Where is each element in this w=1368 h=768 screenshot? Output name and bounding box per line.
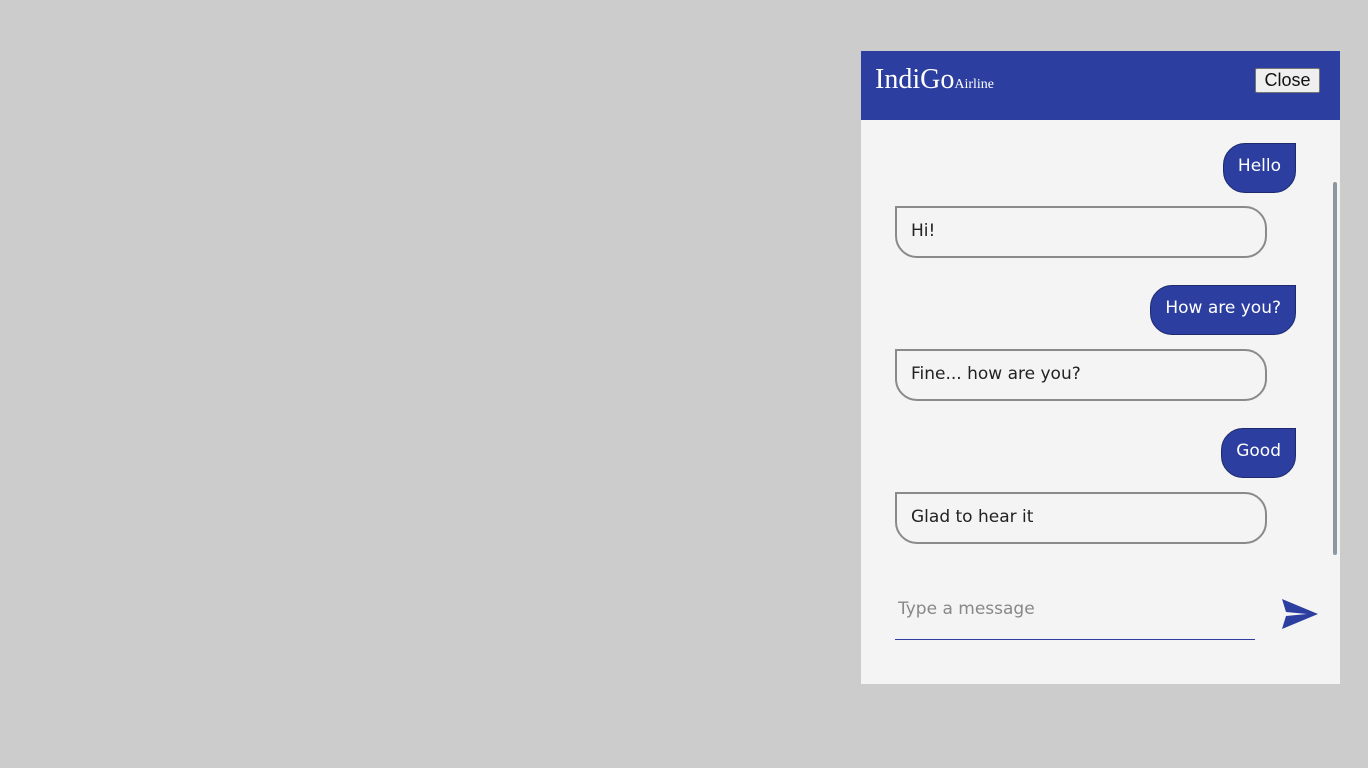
close-button[interactable]: Close [1255,68,1320,93]
brand-subtitle: Airline [954,77,994,92]
received-message: Fine... how are you? [895,349,1267,401]
chat-header: IndiGoAirline Close [861,51,1340,120]
send-icon [1282,599,1318,629]
brand-name: IndiGo [875,64,955,95]
composer [895,579,1255,640]
sent-message: Good [1221,428,1296,478]
sent-message: Hello [1222,143,1296,193]
message-input[interactable] [895,579,1255,638]
received-message: Glad to hear it [895,492,1267,544]
sent-message: How are you? [1150,285,1296,335]
brand-logo: IndiGoAirline [875,64,994,96]
send-button[interactable] [1279,594,1321,634]
received-message: Hi! [895,206,1267,258]
message-list[interactable]: Hello Hi! How are you? Fine... how are y… [861,120,1340,560]
chat-window: IndiGoAirline Close Hello Hi! How are yo… [861,51,1340,684]
scrollbar[interactable] [1333,182,1337,555]
